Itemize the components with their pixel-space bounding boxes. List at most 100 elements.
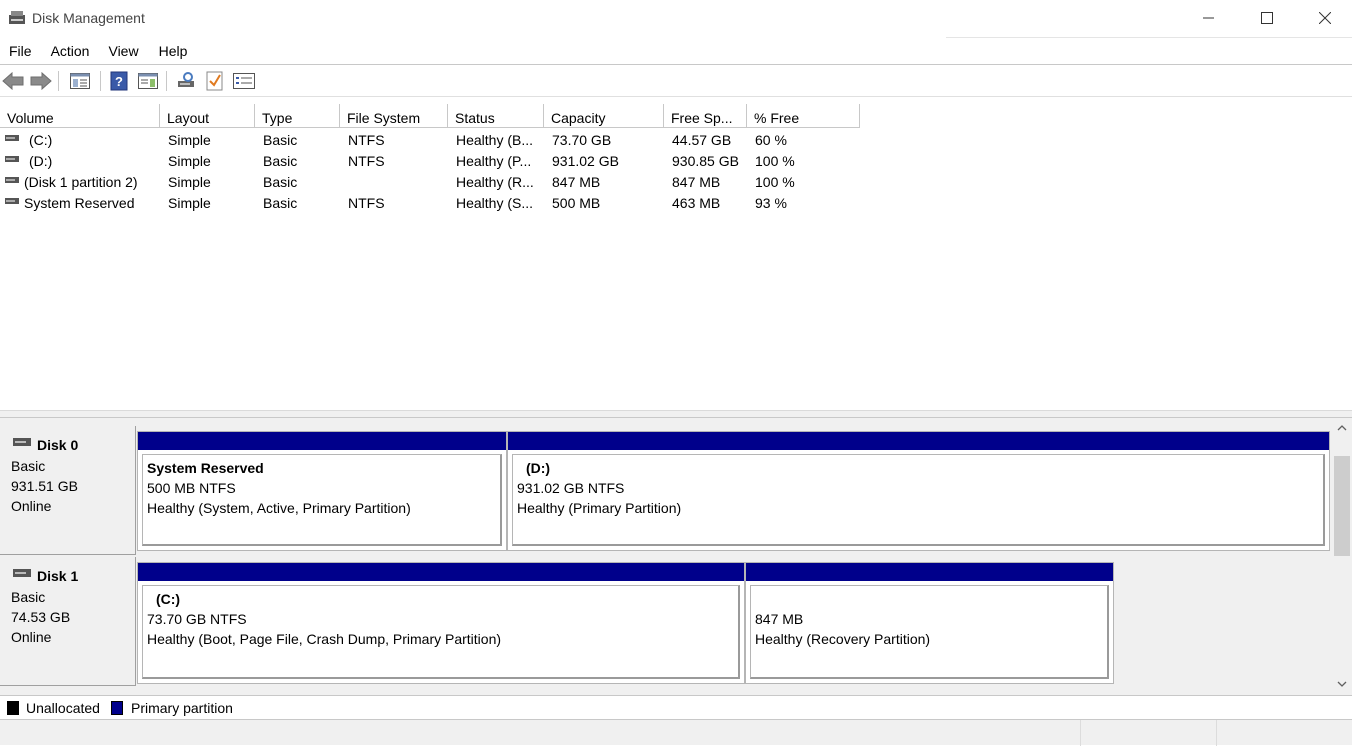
column-header-layout[interactable]: Layout <box>160 104 255 128</box>
disk-1-label[interactable]: Disk 1 Basic 74.53 GB Online <box>0 557 136 686</box>
toolbar: ? <box>0 66 1352 96</box>
cell-capacity: 931.02 GB <box>552 153 619 169</box>
partition-size-fs: 931.02 GB NTFS <box>517 480 625 496</box>
forward-button[interactable] <box>30 70 52 92</box>
partition-c-drive[interactable]: (C:) 73.70 GB NTFS Healthy (Boot, Page F… <box>137 562 745 684</box>
disk-0-size: 931.51 GB <box>11 478 78 494</box>
back-arrow-icon <box>2 72 24 90</box>
title-bar: Disk Management <box>0 0 1352 38</box>
cell-status: Healthy (B... <box>456 132 534 148</box>
cell-layout: Simple <box>168 132 211 148</box>
close-button[interactable] <box>1296 0 1352 36</box>
help-button[interactable]: ? <box>108 70 130 92</box>
graphical-disk-view: Disk 0 Basic 931.51 GB Online System Res… <box>0 418 1352 695</box>
show-hide-action-pane-button[interactable] <box>137 70 159 92</box>
close-icon <box>1319 12 1331 24</box>
column-header-free-space[interactable]: Free Sp... <box>664 104 747 128</box>
cell-file-system: NTFS <box>348 195 385 211</box>
menu-view[interactable]: View <box>108 40 138 64</box>
disk-0-state: Online <box>11 498 52 514</box>
pane-splitter[interactable] <box>0 410 1352 418</box>
partition-recovery[interactable]: 847 MB Healthy (Recovery Partition) <box>745 562 1114 684</box>
volume-icon <box>5 156 19 162</box>
toolbar-divider <box>0 96 1352 97</box>
partition-name: (C:) <box>156 591 181 607</box>
scroll-down-icon[interactable] <box>1337 680 1347 688</box>
title-divider <box>946 37 1352 38</box>
connect-button[interactable] <box>175 70 197 92</box>
volume-list: Volume Layout Type File System Status Ca… <box>0 104 1352 410</box>
legend-unallocated-label: Unallocated <box>26 700 100 716</box>
column-header-percent-free[interactable]: % Free <box>747 104 860 128</box>
partition-status: Healthy (Recovery Partition) <box>755 631 931 647</box>
cell-percent-free: 100 % <box>755 153 795 169</box>
partition-status: Healthy (Primary Partition) <box>517 500 682 516</box>
check-icon <box>206 71 223 91</box>
column-header-type[interactable]: Type <box>255 104 340 128</box>
unallocated-swatch <box>7 701 19 715</box>
list-view-button[interactable] <box>233 70 255 92</box>
primary-partition-bar <box>138 563 744 581</box>
cell-capacity: 73.70 GB <box>552 132 612 148</box>
status-bar <box>0 719 1352 746</box>
cell-percent-free: 100 % <box>755 174 795 190</box>
volume-icon <box>5 198 19 204</box>
cell-capacity: 847 MB <box>552 174 601 190</box>
menu-bar: File Action View Help <box>0 40 1352 64</box>
list-view-icon <box>233 73 255 89</box>
table-row[interactable]: (C:) Simple Basic NTFS Healthy (B... 73.… <box>0 130 860 151</box>
check-button[interactable] <box>204 70 226 92</box>
status-separator <box>1216 720 1217 746</box>
status-separator <box>1080 720 1081 746</box>
menu-help[interactable]: Help <box>159 40 188 64</box>
console-tree-icon <box>70 73 90 89</box>
disk-management-app-icon <box>9 11 25 24</box>
cell-status: Healthy (P... <box>456 153 532 169</box>
cell-file-system: NTFS <box>348 153 385 169</box>
cell-type: Basic <box>263 195 298 211</box>
column-header-capacity[interactable]: Capacity <box>544 104 664 128</box>
disk-0-type: Basic <box>11 458 46 474</box>
volume-icon <box>5 177 19 183</box>
cell-layout: Simple <box>168 195 211 211</box>
cell-type: Basic <box>263 132 298 148</box>
primary-partition-bar <box>138 432 506 450</box>
scroll-up-icon[interactable] <box>1337 424 1347 432</box>
table-row[interactable]: System Reserved Simple Basic NTFS Health… <box>0 193 860 214</box>
volume-icon <box>5 135 19 141</box>
disk-1-size: 74.53 GB <box>11 609 71 625</box>
partition-d-drive[interactable]: (D:) 931.02 GB NTFS Healthy (Primary Par… <box>507 431 1330 551</box>
help-icon: ? <box>110 71 128 91</box>
menu-file[interactable]: File <box>9 40 32 64</box>
column-header-status[interactable]: Status <box>448 104 544 128</box>
toolbar-separator <box>100 71 101 91</box>
minimize-button[interactable] <box>1180 0 1238 36</box>
properties-panel-icon <box>138 73 158 89</box>
column-header-file-system[interactable]: File System <box>340 104 448 128</box>
disk-icon <box>13 438 31 446</box>
partition-status: Healthy (Boot, Page File, Crash Dump, Pr… <box>147 631 502 647</box>
table-row[interactable]: (Disk 1 partition 2) Simple Basic Health… <box>0 172 860 193</box>
maximize-icon <box>1261 12 1273 24</box>
primary-partition-bar <box>508 432 1329 450</box>
toolbar-separator <box>58 71 59 91</box>
cell-type: Basic <box>263 153 298 169</box>
disk-icon <box>13 569 31 577</box>
cell-status: Healthy (R... <box>456 174 534 190</box>
column-header-volume[interactable]: Volume <box>0 104 160 128</box>
scroll-thumb[interactable] <box>1334 456 1350 556</box>
table-row[interactable]: (D:) Simple Basic NTFS Healthy (P... 931… <box>0 151 860 172</box>
window-title: Disk Management <box>32 10 145 26</box>
legend-primary-partition-label: Primary partition <box>131 700 233 716</box>
disk-0-label[interactable]: Disk 0 Basic 931.51 GB Online <box>0 426 136 555</box>
maximize-button[interactable] <box>1238 0 1296 36</box>
cell-percent-free: 93 % <box>755 195 787 211</box>
partition-system-reserved[interactable]: System Reserved 500 MB NTFS Healthy (Sys… <box>137 431 507 551</box>
cell-layout: Simple <box>168 174 211 190</box>
cell-percent-free: 60 % <box>755 132 787 148</box>
show-hide-console-tree-button[interactable] <box>69 70 91 92</box>
menu-action[interactable]: Action <box>51 40 90 64</box>
back-button[interactable] <box>2 70 24 92</box>
vertical-scrollbar[interactable] <box>1332 418 1352 695</box>
svg-text:?: ? <box>115 74 123 89</box>
